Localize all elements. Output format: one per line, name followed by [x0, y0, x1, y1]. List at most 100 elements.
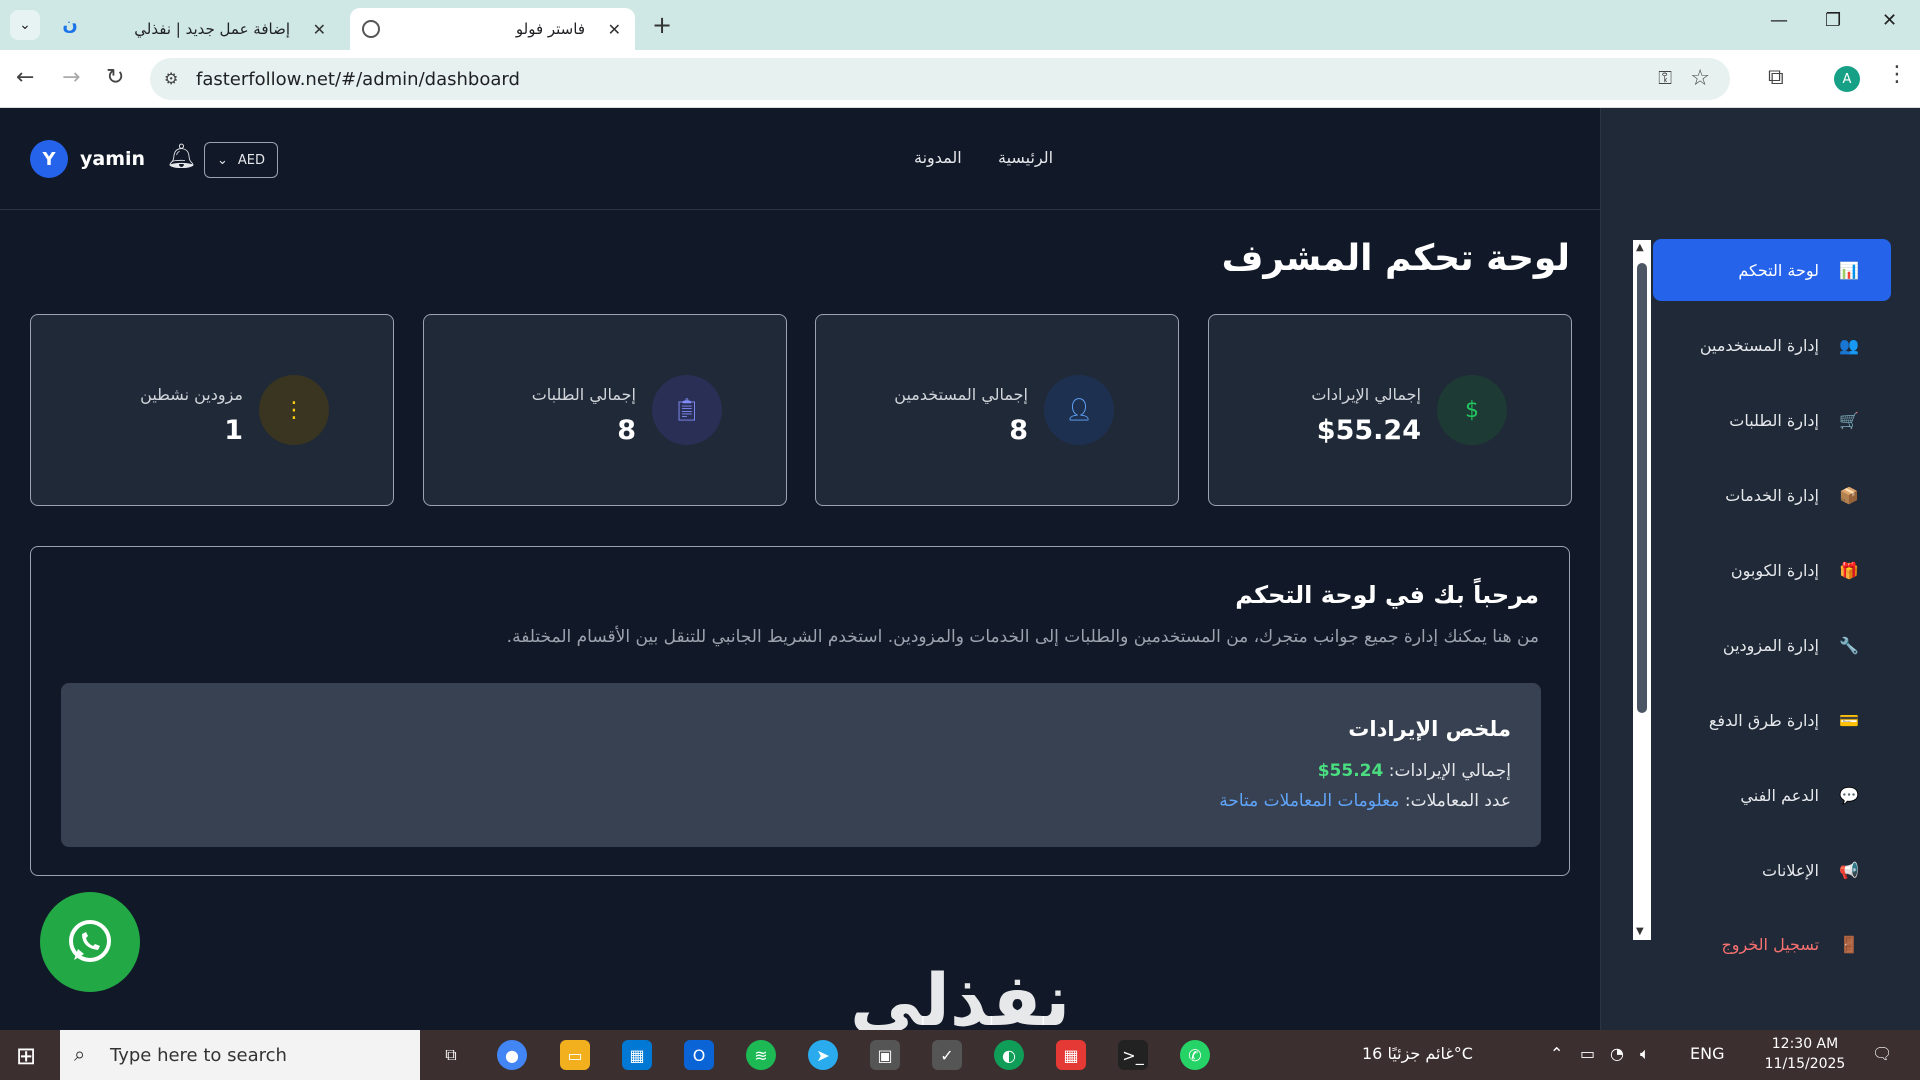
currency-select[interactable]: ⌄ AED — [204, 142, 278, 178]
office-icon[interactable]: ▦ — [1056, 1040, 1086, 1070]
revenue-value: 55.24$ — [1317, 761, 1384, 781]
time: 12:30 AM — [1771, 1036, 1839, 1052]
summary-title: ملخص الإيرادات — [1348, 717, 1511, 741]
sidebar-item-label: إدارة طرق الدفع — [1708, 710, 1819, 730]
revenue-label: إجمالي الإيرادات: — [1388, 761, 1511, 781]
edge-icon[interactable]: ◐ — [994, 1040, 1024, 1070]
restore-button[interactable]: ❐ — [1825, 10, 1841, 31]
site-settings-icon[interactable]: ⚙ — [164, 69, 178, 88]
extensions-icon[interactable]: ⧉ — [1768, 65, 1784, 90]
app-icon: ن — [62, 13, 78, 35]
notifications-icon[interactable]: 🗨︎ — [1872, 1044, 1892, 1063]
new-tab-button[interactable]: + — [652, 11, 672, 39]
welcome-title: مرحباً بك في لوحة التحكم — [1235, 581, 1539, 609]
file-explorer-icon[interactable]: ▭ — [560, 1040, 590, 1070]
language-indicator[interactable]: ENG — [1690, 1044, 1724, 1063]
nav-link-blog[interactable]: المدونة — [914, 148, 962, 167]
reload-button[interactable]: ↻ — [106, 65, 124, 90]
whatsapp-icon — [69, 920, 111, 962]
tab-list-button[interactable]: ⌄ — [10, 10, 40, 40]
address-bar: ← → ↻ ⚙ fasterfollow.net/#/admin/dashboa… — [0, 50, 1920, 108]
sidebar-item-label: إدارة الطلبات — [1729, 410, 1819, 430]
scroll-down-arrow[interactable]: ▼ — [1636, 926, 1644, 937]
sidebar-item-payment-methods[interactable]: إدارة طرق الدفع 💳 — [1653, 689, 1891, 751]
chrome-icon[interactable]: ● — [497, 1040, 527, 1070]
telegram-icon[interactable]: ➤ — [808, 1040, 838, 1070]
sidebar-item-services[interactable]: إدارة الخدمات 📦 — [1653, 464, 1891, 526]
username[interactable]: yamin — [80, 148, 145, 170]
scroll-up-arrow[interactable]: ▲ — [1636, 242, 1644, 253]
close-window-button[interactable]: ✕ — [1882, 10, 1897, 31]
sidebar-item-coupons[interactable]: إدارة الكوبون 🎁 — [1653, 539, 1891, 601]
whatsapp-button[interactable] — [40, 892, 140, 992]
forward-button[interactable]: → — [62, 65, 80, 90]
sidebar-item-users[interactable]: إدارة المستخدمين 👥 — [1653, 314, 1891, 376]
chart-icon: 📊 — [1839, 260, 1859, 280]
date: 11/15/2025 — [1764, 1056, 1846, 1072]
logout-button[interactable]: تسجيل الخروج 🚪 — [1653, 935, 1891, 954]
sidebar-item-label: إدارة المزودين — [1722, 635, 1819, 655]
task-view-icon[interactable]: ⧉ — [436, 1040, 466, 1070]
summary-revenue-row: إجمالي الإيرادات: 55.24$ — [1318, 761, 1511, 781]
back-button[interactable]: ← — [16, 65, 34, 90]
sidebar-item-label: إدارة الكوبون — [1730, 560, 1819, 580]
sidebar-item-providers[interactable]: إدارة المزودين 🔧 — [1653, 614, 1891, 676]
whatsapp-taskbar-icon[interactable]: ✆ — [1180, 1040, 1210, 1070]
credit-card-icon: 💳 — [1839, 710, 1859, 730]
welcome-panel: مرحباً بك في لوحة التحكم من هنا يمكنك إد… — [30, 546, 1570, 876]
sidebar-item-label: الإعلانات — [1761, 860, 1819, 880]
network-icon[interactable]: ◔ — [1610, 1044, 1624, 1063]
password-key-icon[interactable]: ⚿ — [1658, 68, 1672, 89]
app-icon[interactable]: ▣ — [870, 1040, 900, 1070]
outlook-icon[interactable]: O — [684, 1040, 714, 1070]
browser-menu-icon[interactable]: ⋮ — [1886, 62, 1908, 87]
nav-link-home[interactable]: الرئيسية — [998, 148, 1053, 167]
tab-active[interactable]: فاستر فولو ✕ — [350, 8, 635, 50]
scrollbar-thumb[interactable] — [1637, 263, 1647, 713]
users-icon: 👥 — [1839, 335, 1859, 355]
store-icon[interactable]: ▦ — [622, 1040, 652, 1070]
main-content: Y yamin 🔔︎ ⌄ AED المدونة الرئيسية لوحة ت… — [0, 108, 1600, 1042]
clock[interactable]: 12:30 AM 11/15/2025 — [1760, 1034, 1850, 1074]
sidebar-item-dashboard[interactable]: لوحة التحكم 📊 — [1653, 239, 1891, 301]
weather-widget[interactable]: غائم جزئيًا 16°C — [1362, 1044, 1473, 1063]
app-icon[interactable]: ✓ — [932, 1040, 962, 1070]
omnibox[interactable]: ⚙ fasterfollow.net/#/admin/dashboard ⚿ ☆ — [150, 58, 1730, 100]
stat-label: إجمالي المستخدمين — [894, 385, 1028, 404]
traffic-light-icon: ⋮ — [259, 375, 329, 445]
sidebar-item-label: لوحة التحكم — [1738, 260, 1819, 280]
browser-tabbar: ⌄ ن إضافة عمل جديد | نفذلي ✕ فاستر فولو … — [0, 0, 1920, 50]
welcome-description: من هنا يمكنك إدارة جميع جوانب متجرك، من … — [506, 627, 1539, 647]
bookmark-star-icon[interactable]: ☆ — [1690, 66, 1710, 91]
stat-card-providers: ⋮ مزودين نشطين 1 — [30, 314, 394, 506]
profile-avatar[interactable]: A — [1834, 66, 1860, 92]
tab-inactive[interactable]: إضافة عمل جديد | نفذلي ✕ — [130, 8, 340, 50]
chevron-up-icon[interactable]: ⌃ — [1550, 1044, 1563, 1063]
sidebar: ▲ ▼ لوحة التحكم 📊 إدارة المستخدمين 👥 إدا… — [1600, 108, 1920, 1030]
stat-value: 8 — [617, 415, 636, 446]
sidebar-item-orders[interactable]: إدارة الطلبات 🛒 — [1653, 389, 1891, 451]
page: Y yamin 🔔︎ ⌄ AED المدونة الرئيسية لوحة ت… — [0, 108, 1920, 1042]
spotify-icon[interactable]: ≋ — [746, 1040, 776, 1070]
transactions-value: معلومات المعاملات متاحة — [1219, 791, 1400, 811]
terminal-icon[interactable]: >_ — [1118, 1040, 1148, 1070]
close-icon[interactable]: ✕ — [313, 20, 326, 39]
dollar-icon: $ — [1437, 375, 1507, 445]
battery-icon[interactable]: ▭ — [1580, 1044, 1595, 1063]
windows-start-icon[interactable]: ⊞ — [16, 1042, 36, 1070]
stat-value: 8 — [1009, 415, 1028, 446]
revenue-summary: ملخص الإيرادات إجمالي الإيرادات: 55.24$ … — [61, 683, 1541, 847]
url-text[interactable]: fasterfollow.net/#/admin/dashboard — [196, 69, 520, 90]
close-icon[interactable]: ✕ — [608, 20, 621, 39]
clipboard-icon: 📋︎ — [652, 375, 722, 445]
minimize-button[interactable]: — — [1770, 10, 1788, 31]
volume-icon[interactable]: 🔈︎ — [1640, 1044, 1650, 1064]
page-title: لوحة تحكم المشرف — [1221, 238, 1570, 279]
globe-icon — [362, 20, 380, 38]
sidebar-item-ads[interactable]: الإعلانات 📢 — [1653, 839, 1891, 901]
sidebar-item-support[interactable]: الدعم الفني 💬 — [1653, 764, 1891, 826]
taskbar-search[interactable]: ⌕ Type here to search — [60, 1030, 420, 1080]
bell-icon[interactable]: 🔔︎ — [166, 142, 196, 170]
user-avatar[interactable]: Y — [30, 140, 68, 178]
search-icon: ⌕ — [74, 1042, 86, 1066]
